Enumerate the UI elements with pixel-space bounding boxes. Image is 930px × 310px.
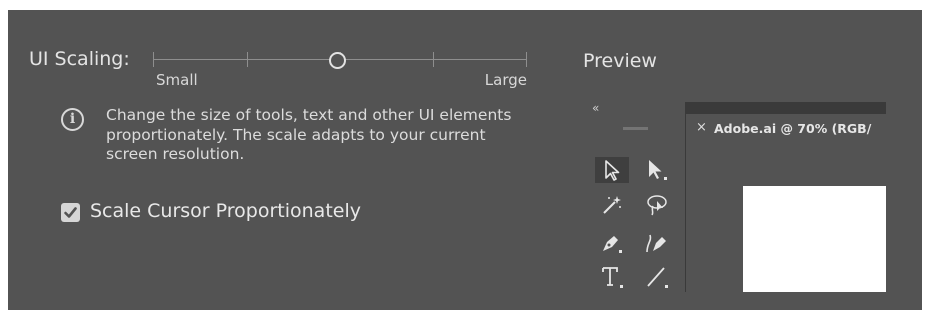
slider-thumb[interactable] <box>329 52 346 69</box>
preferences-panel: UI Scaling: Small Large i Change the siz… <box>8 10 922 310</box>
type-tool-icon <box>595 264 629 290</box>
ui-scaling-label: UI Scaling: <box>29 48 130 70</box>
scale-cursor-checkbox[interactable] <box>61 203 80 222</box>
pen-tool-icon <box>595 230 629 256</box>
info-description: Change the size of tools, text and other… <box>106 106 512 163</box>
tools-panel: « <box>585 102 686 292</box>
slider-tick <box>247 52 248 67</box>
lasso-tool-icon <box>640 192 674 218</box>
magic-wand-tool-icon <box>595 192 629 218</box>
checkmark-icon <box>64 207 77 218</box>
ui-scaling-slider[interactable]: Small Large <box>153 40 527 89</box>
preview-label: Preview <box>583 50 657 72</box>
close-icon: × <box>696 120 707 135</box>
selection-tool-icon <box>595 157 629 183</box>
preview-thumbnail: « × Adobe.ai @ 70% (RGB/ <box>585 102 886 292</box>
slider-tick <box>526 52 527 67</box>
slider-tick <box>153 52 154 67</box>
collapse-icon: « <box>592 102 600 115</box>
canvas-area <box>686 154 886 292</box>
curvature-tool-icon <box>640 230 674 256</box>
direct-selection-tool-icon <box>640 157 674 183</box>
artboard <box>743 186 886 292</box>
slider-max-label: Large <box>484 71 527 89</box>
slider-min-label: Small <box>156 71 198 89</box>
scale-cursor-label[interactable]: Scale Cursor Proportionately <box>90 200 361 222</box>
document-tab-bar: × Adobe.ai @ 70% (RGB/ <box>686 102 886 154</box>
document-tab: × Adobe.ai @ 70% (RGB/ <box>686 114 886 154</box>
document-tab-title: Adobe.ai @ 70% (RGB/ <box>714 121 872 136</box>
slider-tick <box>433 52 434 67</box>
panel-grip <box>623 127 648 130</box>
line-segment-tool-icon <box>640 264 674 290</box>
info-icon: i <box>61 108 84 131</box>
